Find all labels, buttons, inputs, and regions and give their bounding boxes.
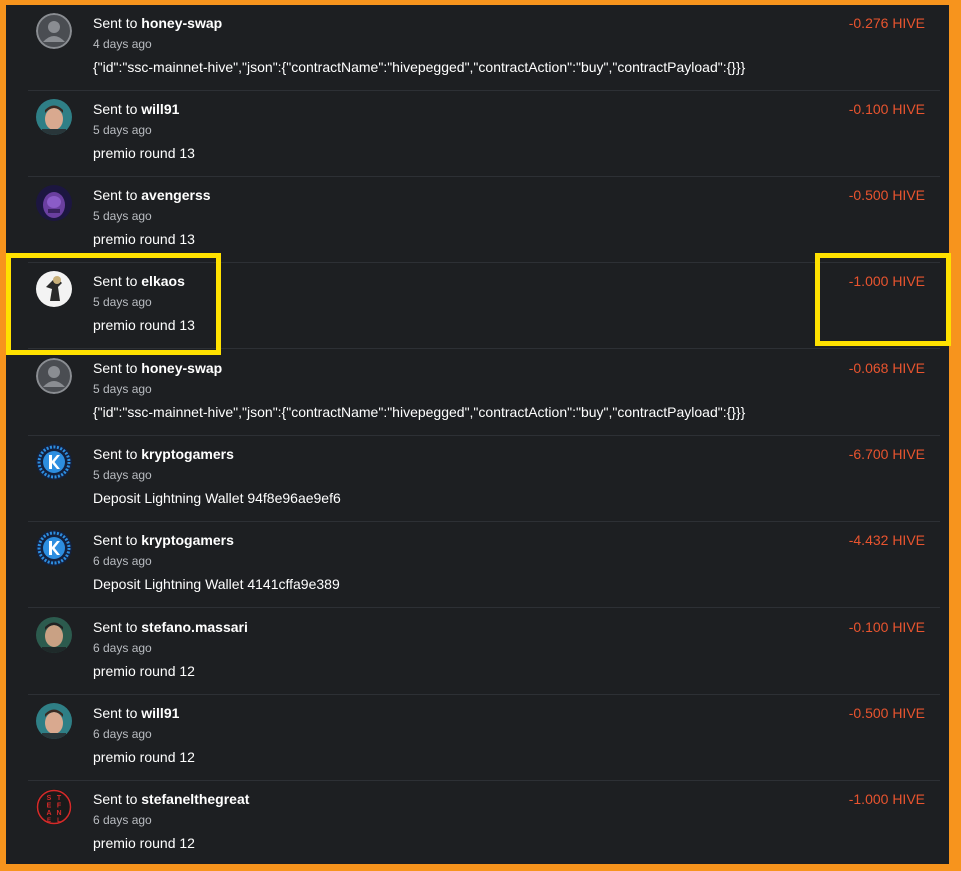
transfer-title: Sent to elkaos — [93, 273, 185, 289]
logo-letter: T — [57, 795, 62, 802]
user-photo-avatar[interactable] — [36, 703, 72, 739]
transfer-amount: -0.500 HIVE — [848, 705, 925, 721]
transfer-row: Sent to kryptogamers 6 days ago Deposit … — [28, 522, 940, 608]
transfer-time: 5 days ago — [93, 209, 152, 223]
transfer-amount: -0.500 HIVE — [848, 187, 925, 203]
transfer-memo: {"id":"ssc-mainnet-hive","json":{"contra… — [93, 59, 746, 75]
transfer-memo: premio round 13 — [93, 231, 195, 247]
transfer-title: Sent to will91 — [93, 705, 179, 721]
transfer-amount: -0.276 HIVE — [848, 15, 925, 31]
transfer-amount: -4.432 HIVE — [848, 532, 925, 548]
logo-letter: A — [46, 810, 51, 817]
recipient-link[interactable]: honey-swap — [141, 360, 222, 376]
transfer-row: S T E F A N E L Sent to stefanelthegreat… — [28, 781, 940, 864]
transfer-row: Sent to stefano.massari 6 days ago premi… — [28, 609, 940, 695]
kg-logo-avatar[interactable] — [36, 530, 72, 566]
logo-letter: F — [57, 803, 62, 810]
default-user-icon[interactable] — [36, 358, 72, 394]
transfer-amount: -1.000 HIVE — [848, 273, 925, 289]
recipient-link[interactable]: stefano.massari — [141, 619, 248, 635]
kg-logo-avatar[interactable] — [36, 444, 72, 480]
transfer-memo: Deposit Lightning Wallet 4141cffa9e389 — [93, 576, 340, 592]
transfer-row: Sent to avengerss 5 days ago premio roun… — [28, 177, 940, 263]
transfer-time: 4 days ago — [93, 37, 152, 51]
row-divider — [28, 607, 940, 608]
transfer-time: 5 days ago — [93, 468, 152, 482]
logo-letter: E — [47, 818, 51, 824]
figure-avatar[interactable] — [36, 271, 72, 307]
recipient-link[interactable]: stefanelthegreat — [141, 791, 249, 807]
transfer-title: Sent to avengerss — [93, 187, 211, 203]
transfer-memo: premio round 13 — [93, 317, 195, 333]
transfer-prefix: Sent to — [93, 619, 138, 635]
transfer-row: Sent to honey-swap 5 days ago {"id":"ssc… — [28, 350, 940, 436]
logo-letter: E — [47, 803, 52, 810]
transfer-prefix: Sent to — [93, 446, 138, 462]
transfer-time: 5 days ago — [93, 382, 152, 396]
recipient-link[interactable]: avengerss — [141, 187, 210, 203]
transfer-amount: -6.700 HIVE — [848, 446, 925, 462]
transfer-time: 6 days ago — [93, 641, 152, 655]
transfer-title: Sent to will91 — [93, 101, 179, 117]
transfer-row: Sent to will91 6 days ago premio round 1… — [28, 695, 940, 781]
transfer-row: Sent to honey-swap 4 days ago {"id":"ssc… — [28, 5, 940, 91]
transfer-row: Sent to will91 5 days ago premio round 1… — [28, 91, 940, 177]
logo-letter: L — [57, 818, 61, 824]
transfer-title: Sent to kryptogamers — [93, 532, 234, 548]
recipient-link[interactable]: kryptogamers — [141, 446, 234, 462]
transfer-prefix: Sent to — [93, 791, 138, 807]
transfer-title: Sent to stefanelthegreat — [93, 791, 249, 807]
user-photo-avatar[interactable] — [36, 617, 72, 653]
recipient-link[interactable]: will91 — [141, 705, 179, 721]
transfer-time: 5 days ago — [93, 295, 152, 309]
recipient-link[interactable]: honey-swap — [141, 15, 222, 31]
transfer-title: Sent to kryptogamers — [93, 446, 234, 462]
transfer-prefix: Sent to — [93, 101, 138, 117]
transfer-time: 6 days ago — [93, 727, 152, 741]
logo-letter: N — [56, 810, 61, 817]
transfer-time: 6 days ago — [93, 554, 152, 568]
logo-letter: S — [47, 795, 52, 802]
row-divider — [28, 348, 940, 349]
user-photo-avatar[interactable] — [36, 99, 72, 135]
transfer-time: 6 days ago — [93, 813, 152, 827]
transfer-prefix: Sent to — [93, 273, 138, 289]
transfer-amount: -0.068 HIVE — [848, 360, 925, 376]
transfer-amount: -0.100 HIVE — [848, 101, 925, 117]
transfer-amount: -1.000 HIVE — [848, 791, 925, 807]
transfer-prefix: Sent to — [93, 705, 138, 721]
stefanel-logo-avatar[interactable]: S T E F A N E L — [36, 789, 72, 825]
recipient-link[interactable]: elkaos — [141, 273, 185, 289]
transfer-history-panel: Sent to honey-swap 4 days ago {"id":"ssc… — [6, 5, 949, 864]
purple-character-avatar[interactable] — [36, 185, 72, 221]
transfer-memo: {"id":"ssc-mainnet-hive","json":{"contra… — [93, 404, 746, 420]
transfer-row: Sent to elkaos 5 days ago premio round 1… — [28, 263, 940, 349]
transfer-title: Sent to stefano.massari — [93, 619, 248, 635]
transfer-prefix: Sent to — [93, 187, 138, 203]
recipient-link[interactable]: kryptogamers — [141, 532, 234, 548]
transfer-prefix: Sent to — [93, 15, 138, 31]
transfer-memo: premio round 12 — [93, 663, 195, 679]
transfer-memo: Deposit Lightning Wallet 94f8e96ae9ef6 — [93, 490, 341, 506]
transfer-amount: -0.100 HIVE — [848, 619, 925, 635]
transfer-title: Sent to honey-swap — [93, 360, 222, 376]
transfer-memo: premio round 12 — [93, 749, 195, 765]
transfer-memo: premio round 12 — [93, 835, 195, 851]
transfer-prefix: Sent to — [93, 532, 138, 548]
recipient-link[interactable]: will91 — [141, 101, 179, 117]
transfer-title: Sent to honey-swap — [93, 15, 222, 31]
transfer-memo: premio round 13 — [93, 145, 195, 161]
transfer-row: Sent to kryptogamers 5 days ago Deposit … — [28, 436, 940, 522]
transfer-prefix: Sent to — [93, 360, 138, 376]
default-user-icon[interactable] — [36, 13, 72, 49]
transfer-time: 5 days ago — [93, 123, 152, 137]
